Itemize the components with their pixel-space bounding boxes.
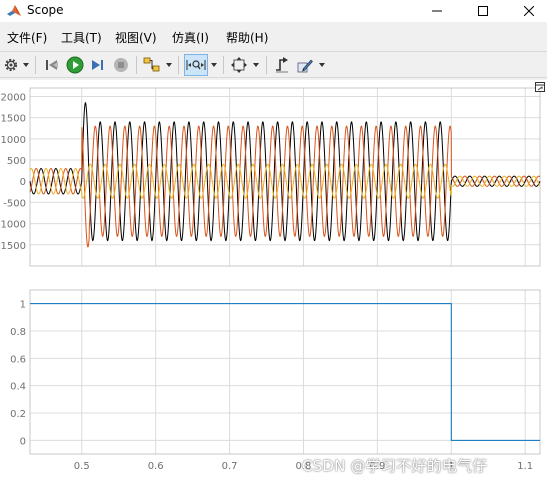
chevron-down-icon [23, 63, 29, 67]
settings-icon [4, 58, 18, 72]
fit-axes-button[interactable] [229, 54, 249, 76]
close-icon [524, 6, 534, 16]
y-tick-label: 0 [20, 436, 26, 447]
x-tick-label: 0.7 [222, 461, 238, 472]
menu-bar: 文件(F) 工具(T) 视图(V) 仿真(I) 帮助(H) [0, 26, 547, 48]
y-tick-label: 1000 [1, 135, 26, 146]
fit-axes-icon [231, 57, 247, 73]
fit-axes-dropdown[interactable] [252, 54, 260, 76]
y-tick-label: 1 [20, 300, 26, 311]
menu-simulation[interactable]: 仿真(I) [172, 29, 209, 46]
plot-panel-2[interactable]: 10.80.60.40.200.5 0.6 0.7 0.8 0.9 1 1.1 [10, 289, 541, 472]
settings-button[interactable] [2, 54, 20, 76]
watermark-text: CSDN @学习不好的电气仔 [302, 457, 488, 475]
zoom-dropdown[interactable] [210, 54, 218, 76]
zoom-icon [186, 60, 206, 70]
plot-panel-1[interactable]: 2000 1500 1000 500 0 -500 -1000 -1500 [0, 87, 541, 267]
style-dropdown[interactable] [318, 54, 326, 76]
x-tick-label: 0.6 [148, 461, 164, 472]
y-tick-label: 0.2 [10, 409, 26, 420]
chevron-down-icon [211, 63, 217, 67]
zoom-button[interactable] [184, 54, 208, 76]
toolbar [0, 51, 547, 78]
x-tick-label: 1.1 [517, 461, 533, 472]
triggers-button[interactable] [272, 54, 292, 76]
matlab-logo-icon [7, 5, 21, 16]
y-tick-label: 0.6 [10, 354, 26, 365]
minimize-icon [432, 10, 442, 12]
y-tick-label: -1500 [0, 241, 26, 252]
scope-plots[interactable]: 2000 1500 1000 500 0 -500 -1000 -1500 1 0.8 0.6 0.4… [0, 80, 547, 483]
title-bar: Scope [0, 0, 547, 22]
chevron-down-icon [166, 63, 172, 67]
x-tick-label: 0.5 [74, 461, 90, 472]
y-tick-label: 0.8 [10, 327, 26, 338]
menu-file[interactable]: 文件(F) [7, 29, 47, 46]
step-forward-icon [92, 60, 103, 70]
highlight-block-icon [143, 57, 160, 72]
chevron-down-icon [319, 63, 325, 67]
chevron-down-icon [253, 63, 259, 67]
menu-help[interactable]: 帮助(H) [226, 29, 268, 46]
y-tick-label: 0.4 [10, 382, 26, 393]
stop-icon [114, 58, 128, 72]
y-tick-label: -500 [3, 198, 26, 209]
menu-tools[interactable]: 工具(T) [61, 29, 102, 46]
triggers-icon [276, 57, 288, 73]
toolbar-separator [266, 56, 267, 74]
highlight-dropdown[interactable] [165, 54, 173, 76]
menu-view[interactable]: 视图(V) [115, 29, 157, 46]
axes-background [30, 290, 540, 454]
style-icon [297, 59, 313, 73]
window-title: Scope [27, 3, 64, 17]
highlight-block-button[interactable] [142, 54, 162, 76]
step-back-icon [46, 60, 58, 70]
step-back-button[interactable] [42, 54, 62, 76]
run-icon [66, 56, 84, 74]
toolbar-separator [136, 56, 137, 74]
scope-display: 2000 1500 1000 500 0 -500 -1000 -1500 1 0.8 0.6 0.4… [0, 80, 547, 483]
step-forward-button[interactable] [88, 54, 108, 76]
style-button[interactable] [295, 54, 315, 76]
stop-button[interactable] [111, 54, 131, 76]
toolbar-separator [223, 56, 224, 74]
y-tick-label: 1500 [1, 114, 26, 125]
y-tick-label: 500 [7, 156, 26, 167]
y-tick-label: 2000 [1, 92, 26, 103]
y-tick-label: -1000 [0, 220, 26, 231]
toolbar-separator [178, 56, 179, 74]
y-tick-label: 0 [20, 177, 26, 188]
run-button[interactable] [65, 54, 85, 76]
minimize-button[interactable] [414, 0, 460, 22]
close-button[interactable] [506, 0, 547, 22]
maximize-button[interactable] [460, 0, 506, 22]
toolbar-separator [35, 56, 36, 74]
maximize-icon [478, 6, 488, 16]
undock-icon[interactable] [535, 82, 545, 92]
settings-dropdown[interactable] [22, 54, 30, 76]
